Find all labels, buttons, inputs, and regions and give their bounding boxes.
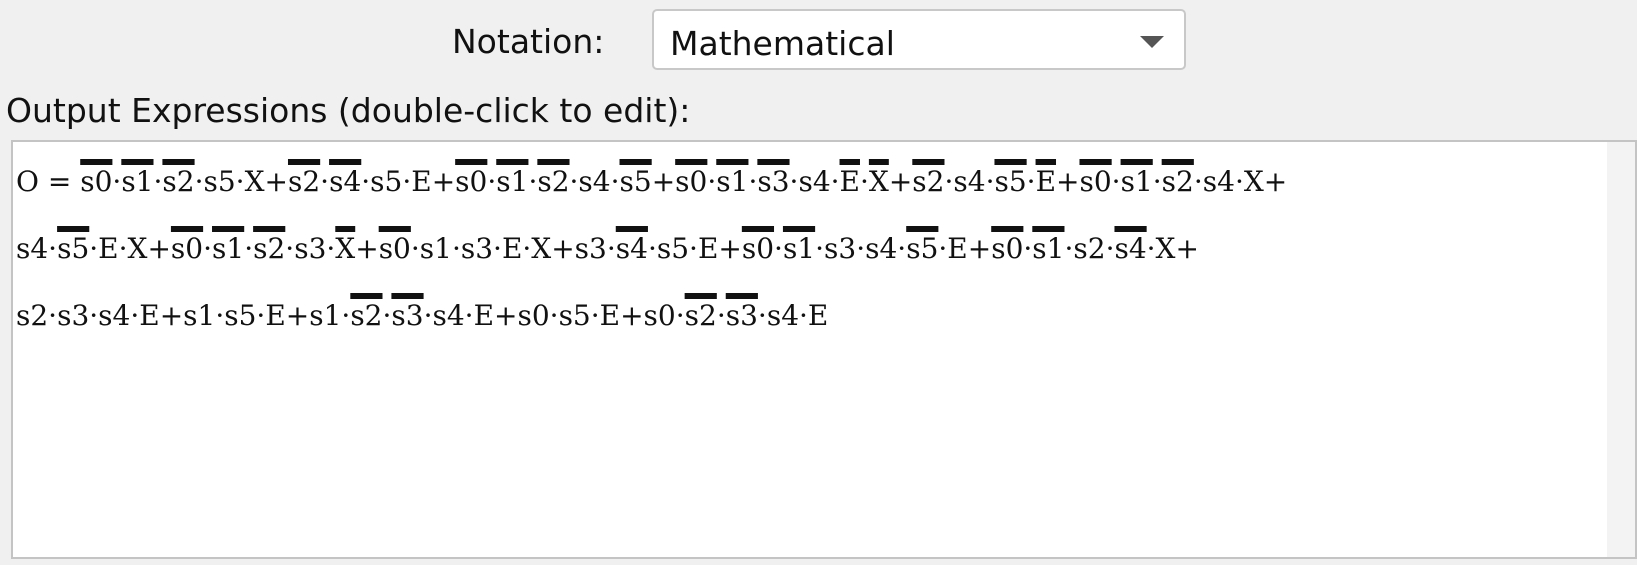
negated-literal: s0	[741, 232, 775, 265]
notation-row: Notation: Mathematical	[0, 8, 1637, 72]
output-expressions-label: Output Expressions (double-click to edit…	[6, 91, 691, 130]
negated-literal: s3	[757, 165, 790, 198]
expression-text: ·s4·	[944, 165, 995, 198]
negated-literal: s2	[684, 299, 717, 332]
negated-literal: s1	[1120, 165, 1153, 198]
negated-literal: s5	[994, 165, 1027, 198]
notation-selected-value: Mathematical	[670, 24, 895, 63]
expression-text: ·s2·	[1064, 232, 1115, 265]
negated-literal: s0	[1079, 165, 1112, 198]
expression-text: +	[1056, 165, 1080, 198]
expression-text: ·	[112, 165, 122, 198]
expression-line[interactable]: s4·s5·E·X+s0·s1·s2·s3·X+s0·s1·s3·E·X+s3·…	[16, 229, 1287, 296]
negated-literal: s2	[253, 232, 286, 265]
expression-text: +	[888, 165, 913, 198]
negated-literal: s0	[80, 165, 113, 198]
expression-text: ·	[1026, 165, 1036, 198]
negated-literal: s1	[121, 165, 154, 198]
expression-text: ·E+	[938, 232, 992, 265]
expression-text: ·s3·s4·	[815, 232, 907, 265]
expression-text: O =	[16, 165, 81, 198]
expression-text: ·	[1111, 165, 1121, 198]
negated-literal: s2	[1161, 165, 1194, 198]
expression-text: ·	[707, 165, 717, 198]
expression-text: ·X+	[1146, 232, 1199, 265]
expression-text: ·s4·	[789, 165, 840, 198]
expression-lines: O = s0·s1·s2·s5·X+s2·s4·s5·E+s0·s1·s2·s4…	[16, 162, 1287, 363]
expression-text: ·s3·	[285, 232, 336, 265]
negated-literal: s1	[1032, 232, 1065, 265]
negated-literal: s0	[378, 232, 411, 265]
expression-text: ·	[244, 232, 254, 265]
negated-literal: s0	[991, 232, 1024, 265]
expression-text: ·s5·E+	[361, 165, 456, 198]
chevron-down-icon[interactable]	[1140, 36, 1164, 48]
expression-line[interactable]: s2·s3·s4·E+s1·s5·E+s1·s2·s3·s4·E+s0·s5·E…	[16, 296, 1287, 363]
negated-literal: s2	[162, 165, 195, 198]
negated-literal: s4	[615, 232, 648, 265]
expression-text: ·	[716, 299, 726, 332]
negated-literal: E	[839, 165, 860, 198]
notation-label: Notation:	[452, 22, 605, 61]
expression-text: ·	[487, 165, 497, 198]
negated-literal: s5	[906, 232, 939, 265]
expression-text: +	[651, 165, 676, 198]
negated-literal: X	[335, 232, 356, 265]
expression-text: s4·	[16, 232, 58, 265]
expression-text: ·	[1023, 232, 1033, 265]
negated-literal: s4	[1114, 232, 1147, 265]
negated-literal: s3	[391, 299, 424, 332]
negated-literal: s5	[619, 165, 652, 198]
expression-line[interactable]: O = s0·s1·s2·s5·X+s2·s4·s5·E+s0·s1·s2·s4…	[16, 162, 1287, 229]
negated-literal: s5	[57, 232, 90, 265]
negated-literal: s2	[912, 165, 945, 198]
negated-literal: s1	[212, 232, 245, 265]
scrollbar[interactable]	[1607, 142, 1635, 557]
expression-text: ·	[320, 165, 330, 198]
negated-literal: s2	[350, 299, 383, 332]
notation-dropdown[interactable]: Mathematical	[652, 9, 1186, 70]
expression-text: ·E·X+	[89, 232, 171, 265]
expression-text: ·	[1152, 165, 1162, 198]
expression-text: ·s4·X+	[1193, 165, 1288, 198]
expression-text: ·	[859, 165, 869, 198]
negated-literal: s0	[455, 165, 488, 198]
negated-literal: s0	[170, 232, 204, 265]
negated-literal: s0	[675, 165, 708, 198]
expression-text: +	[355, 232, 379, 265]
expression-text: ·	[528, 165, 538, 198]
negated-literal: s1	[782, 232, 816, 265]
expression-text: ·s4·	[569, 165, 620, 198]
expression-text: ·s5·E+	[647, 232, 742, 265]
negated-literal: s2	[287, 165, 321, 198]
negated-literal: s4	[329, 165, 362, 198]
expression-text: ·s4·E	[757, 299, 829, 332]
expression-text: ·	[774, 232, 783, 265]
expression-text: ·s5·X+	[194, 165, 288, 198]
expression-text: ·s4·E+s0·s5·E+s0·	[423, 299, 685, 332]
negated-literal: s3	[725, 299, 758, 332]
negated-literal: s1	[716, 165, 749, 198]
negated-literal: s1	[496, 165, 529, 198]
negated-literal: X	[868, 165, 889, 198]
negated-literal: E	[1035, 165, 1057, 198]
expression-text: s2·s3·s4·E+s1·s5·E+s1·	[16, 299, 351, 332]
output-expressions-box[interactable]: O = s0·s1·s2·s5·X+s2·s4·s5·E+s0·s1·s2·s4…	[11, 140, 1637, 559]
expression-text: ·s1·s3·E·X+s3·	[410, 232, 616, 265]
expression-text: ·	[203, 232, 213, 265]
negated-literal: s2	[537, 165, 570, 198]
